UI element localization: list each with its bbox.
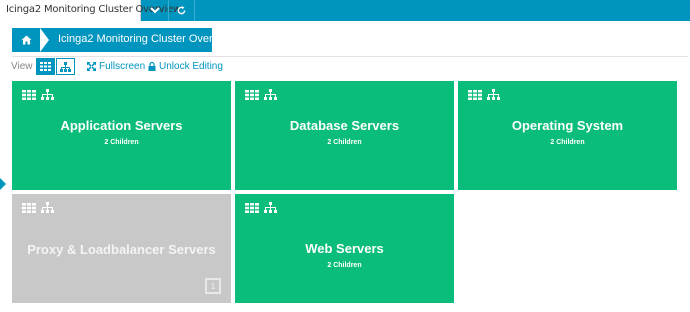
grid-icon[interactable] [22, 89, 36, 100]
unlock-editing-label: Unlock Editing [159, 61, 223, 72]
collapse-sidebar-handle[interactable] [0, 178, 6, 190]
tile-icons [22, 202, 54, 213]
tile-icons [22, 89, 54, 100]
grid-view-button[interactable] [36, 58, 55, 75]
fullscreen-label: Fullscreen [99, 61, 146, 72]
grid-icon[interactable] [245, 89, 259, 100]
tile-operating-system[interactable]: Operating System 2 Children [458, 81, 677, 190]
view-label: View [11, 61, 33, 72]
tile-title: Database Servers [289, 118, 400, 133]
tile-children-count: 2 Children [327, 262, 362, 269]
tree-icon[interactable] [487, 89, 500, 100]
breadcrumb-label: Icinga2 Monitoring Cluster Overview [58, 33, 235, 45]
tile-icons [245, 202, 277, 213]
tile-icons [245, 89, 277, 100]
tree-icon[interactable] [264, 202, 277, 213]
unlock-editing-button[interactable]: Unlock Editing [148, 61, 223, 72]
tree-icon [60, 61, 71, 72]
refresh-icon [177, 6, 185, 15]
grid-icon[interactable] [22, 202, 36, 213]
refresh-button[interactable] [168, 0, 194, 21]
grid-icon [40, 62, 51, 71]
tile-title: Operating System [511, 118, 624, 133]
tile-children-count: 2 Children [104, 139, 139, 146]
tree-icon[interactable] [264, 89, 277, 100]
grid-icon[interactable] [468, 89, 482, 100]
chevron-down-icon [150, 7, 160, 14]
lock-icon [148, 62, 156, 71]
tab-cluster-overview[interactable]: Icinga2 Monitoring Cluster Overview [0, 0, 181, 21]
tile-web-servers[interactable]: Web Servers 2 Children [235, 194, 454, 303]
tile-database-servers[interactable]: Database Servers 2 Children [235, 81, 454, 190]
tree-icon[interactable] [41, 202, 54, 213]
grid-icon[interactable] [245, 202, 259, 213]
tree-view-button[interactable] [56, 58, 75, 75]
home-icon [21, 35, 31, 45]
tile-children-count: 2 Children [550, 139, 585, 146]
tab-separator [194, 0, 195, 21]
breadcrumb-current[interactable]: Icinga2 Monitoring Cluster Overview [40, 28, 235, 52]
breadcrumb-home[interactable] [12, 28, 40, 52]
tab-bar: Icinga2 Monitoring Cluster Overview [0, 0, 690, 21]
tile-children-count: 2 Children [327, 139, 362, 146]
fullscreen-icon [87, 62, 96, 71]
tile-title: Application Servers [60, 118, 183, 133]
tile-proxy-loadbalancer-servers[interactable]: Proxy & Loadbalancer Servers 1 [12, 194, 231, 303]
divider [12, 56, 688, 57]
tab-menu-button[interactable] [142, 0, 168, 21]
tile-title: Web Servers [305, 241, 384, 256]
tile-title: Proxy & Loadbalancer Servers [27, 242, 216, 257]
fullscreen-button[interactable]: Fullscreen [87, 61, 145, 72]
tile-application-servers[interactable]: Application Servers 2 Children [12, 81, 231, 190]
tile-icons [468, 89, 500, 100]
tree-icon[interactable] [41, 89, 54, 100]
child-count-badge: 1 [205, 278, 221, 294]
